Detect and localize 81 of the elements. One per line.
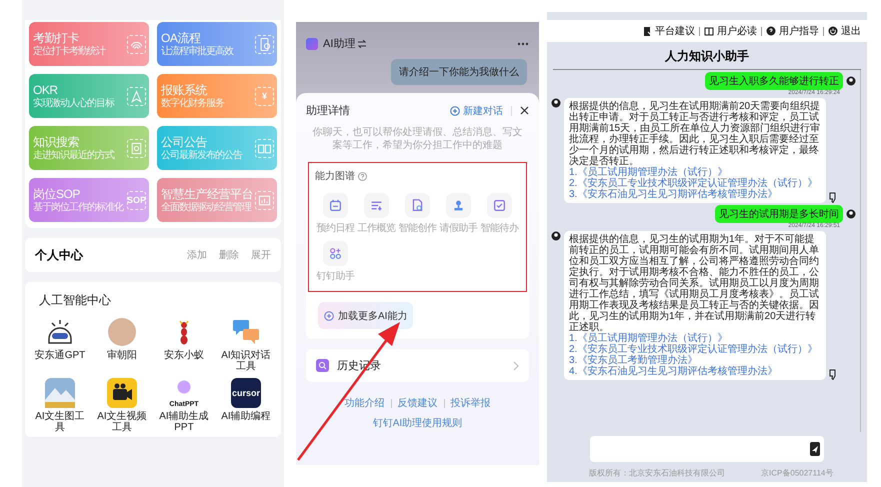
- tile-subtitle: 基于岗位工作的标准化: [33, 202, 124, 214]
- app-tile[interactable]: OA流程 让流程审批更高效: [157, 22, 277, 66]
- reference-link[interactable]: 2.《安东员工专业技术职级评定认证管理办法（试行）》: [569, 178, 821, 189]
- app-item[interactable]: 安东小蚁: [153, 317, 215, 372]
- app-item[interactable]: AI文生图工具: [29, 378, 91, 433]
- ability-item[interactable]: 智能待办: [479, 193, 520, 235]
- app-label: AI辅助编程: [220, 411, 272, 422]
- app-label: 安东小蚁: [163, 350, 205, 361]
- app-tile[interactable]: 公司公告 公司最新发布的公告: [157, 126, 277, 170]
- app-item[interactable]: AI文生视频工具: [91, 378, 153, 433]
- section-title: 能力图谱: [315, 170, 355, 183]
- tile-title: OKR: [33, 82, 59, 98]
- user-message: 见习生的试用期是多长时间: [715, 205, 843, 223]
- tile-subtitle: 数字化财务服务: [161, 98, 226, 110]
- tile-title: OA流程: [161, 30, 202, 46]
- footer-link[interactable]: 功能介绍: [344, 396, 384, 410]
- app-label: AI文生图工具: [34, 411, 86, 433]
- footer-link[interactable]: 投诉举报: [450, 396, 490, 410]
- tile-subtitle: 走进知识最近的方式: [33, 150, 116, 162]
- nav-link[interactable]: 退出: [828, 24, 861, 38]
- ability-item[interactable]: 钉钉助手: [315, 241, 356, 283]
- action-link[interactable]: 添加: [187, 248, 207, 262]
- app-item[interactable]: 审朝阳: [91, 317, 153, 372]
- app-tile[interactable]: OKR 实现激动人心的目标: [29, 74, 149, 118]
- app-item[interactable]: AI知识对话工具: [215, 317, 277, 372]
- user-message: 请介绍一下你能为我做什么: [391, 59, 527, 85]
- nav-link[interactable]: 用户必读: [704, 24, 757, 38]
- app-tile[interactable]: 知识搜索 走进知识最近的方式: [29, 126, 149, 170]
- card-title: 个人中心: [35, 246, 84, 264]
- tile-title: 岗位SOP: [33, 186, 81, 202]
- assistant-title: AI助理: [323, 37, 356, 51]
- nav-link[interactable]: 平台建议: [642, 24, 695, 38]
- reference-link[interactable]: 1.《员工试用期管理办法（试行）》: [569, 167, 821, 178]
- tile-title: 知识搜索: [33, 134, 80, 150]
- tile-icon: ¥: [255, 86, 274, 106]
- tile-title: 公司公告: [161, 134, 208, 150]
- message-text: 根据提供的信息，见习生的试用期为1年。对于不可能提前转正的员工，试用期可能会有所不同。试用期间用人单位和员工双方应当相互了解，公司将严格遵照劳动合同约定执行。对于试用期考核不合格、能力不胜任的员工，公司有权与其解除劳动合同关系。试用期员工以月度为周期进行工作总结，填写《试用期员工月度考核表》。员工试用期工作表现及考核结果是员工转正与否的关键依据。因此，见习生的试用期为1年，并在试用期满前20天进行转正述职。: [569, 234, 820, 333]
- footer-link[interactable]: 钉钉AI助理使用规则: [372, 416, 462, 430]
- ability-item[interactable]: 请假助手: [438, 193, 479, 235]
- reference-link[interactable]: 3.《安东石油见习生见习期评估考核管理办法》: [569, 189, 821, 200]
- user-message: 见习生入职多久能够进行转正: [705, 72, 843, 90]
- reference-link[interactable]: 2.《安东员工专业技术职级评定认证管理办法（试行）》: [569, 344, 821, 355]
- tile-subtitle: 全面数据驱动经营管理: [161, 202, 252, 214]
- app-item[interactable]: 安东通GPT: [29, 317, 91, 372]
- ability-item[interactable]: 工作概览: [356, 193, 397, 235]
- reference-link[interactable]: 3.《安东员工考勤管理办法》: [569, 355, 821, 366]
- sheet-title: 助理详情: [306, 104, 351, 118]
- app-tile[interactable]: 智慧生产经营平台 全面数据驱动经营管理: [157, 178, 277, 222]
- tile-title: 报账系统: [161, 82, 208, 98]
- app-label: AI文生视频工具: [96, 411, 148, 433]
- sheet-description: 你聊天，也可以帮你处理请假、总结消息、写文案等工作，希望为你分担工作中的难题: [312, 126, 524, 152]
- footer-text: 京ICP备05027114号: [760, 468, 834, 479]
- action-link[interactable]: 删除: [219, 248, 239, 262]
- tile-subtitle: 实现激动人心的目标: [33, 98, 116, 110]
- footer-text: 版权所有：北京安东石油科技有限公司: [588, 468, 725, 479]
- page-title: 人力知识小助手: [553, 42, 861, 70]
- tile-title: 考勤打卡: [33, 30, 80, 46]
- action-link[interactable]: 展开: [251, 248, 271, 262]
- app-label: 安东通GPT: [34, 350, 86, 361]
- app-label: AI知识对话工具: [220, 350, 272, 372]
- ability-item[interactable]: 预约日程: [315, 193, 356, 235]
- new-chat-button[interactable]: 新建对话: [450, 104, 503, 118]
- message-text: 根据提供的信息，见习生在试用期满前20天需要向组织提出转正申请。对于员工转正与否进行考核和评定，员工试用期满前15天，由员工所在单位人力资源部门组织进行审批流程，办理转正手续。因此，见习生入职后需要经过至少一个月的试用期，然后进行转正述职和考核评定，最终决定是否转正。: [569, 101, 821, 167]
- app-label: 审朝阳: [106, 350, 138, 361]
- tile-subtitle: 公司最新发布的公告: [161, 150, 244, 162]
- load-more-button[interactable]: 加载更多AI能力: [318, 302, 414, 329]
- app-label: AI辅助生成PPT: [158, 411, 210, 433]
- nav-link[interactable]: 用户指导: [766, 24, 819, 38]
- tile-title: 智慧生产经营平台: [161, 186, 254, 202]
- reference-link[interactable]: 1.《员工试用期管理办法（试行）》: [569, 333, 821, 344]
- ability-item[interactable]: 智能创作: [397, 193, 438, 235]
- reference-link[interactable]: 4.《安东石油见习生见习期评估考核管理办法》: [569, 366, 821, 377]
- tile-subtitle: 定位打卡考勤统计: [33, 46, 106, 58]
- tile-icon: SOP: [127, 190, 146, 210]
- app-tile[interactable]: 考勤打卡 定位打卡考勤统计: [29, 22, 149, 66]
- tile-subtitle: 让流程审批更高效: [161, 46, 234, 58]
- app-item[interactable]: cursor AI辅助编程: [215, 378, 277, 433]
- footer-link[interactable]: 反馈建议: [398, 396, 438, 410]
- card-title: 人工智能中心: [38, 292, 112, 309]
- app-logo: cursor: [231, 378, 261, 408]
- app-tile[interactable]: 报账系统 数字化财务服务 ¥: [157, 74, 277, 118]
